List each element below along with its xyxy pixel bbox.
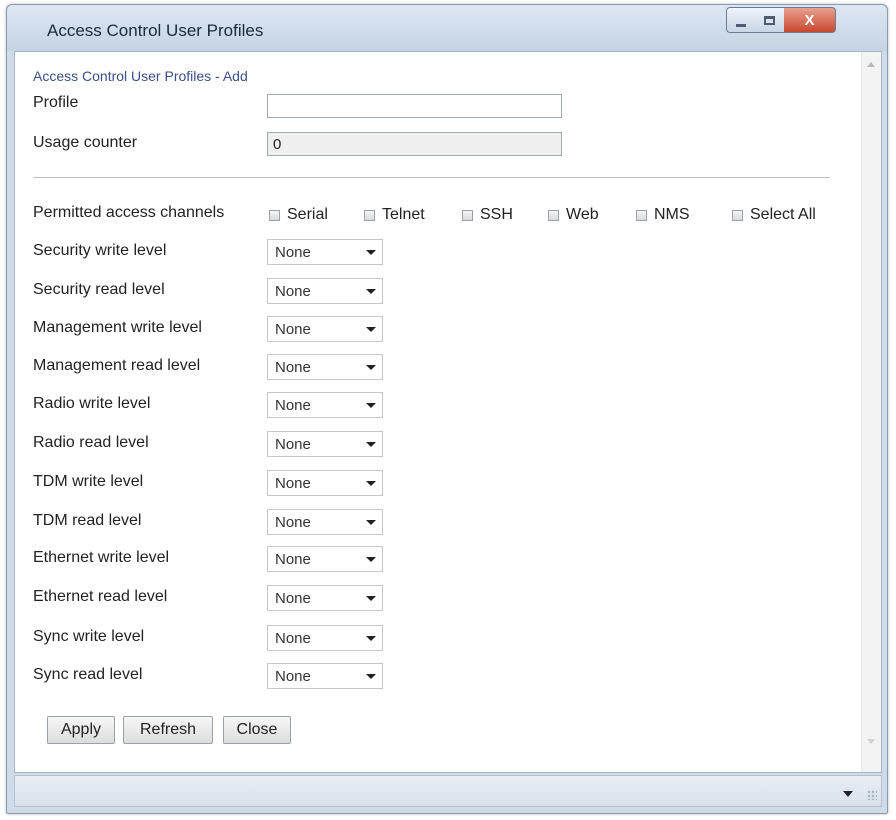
checkbox-icon[interactable] xyxy=(548,209,559,221)
dropdown-arrow-icon xyxy=(366,557,376,562)
level-label: Security write level xyxy=(33,242,167,259)
select-value: None xyxy=(275,321,311,338)
maximize-icon xyxy=(764,15,775,25)
level-label: Ethernet write level xyxy=(33,549,170,566)
radio-write-level-select[interactable]: None xyxy=(267,392,383,418)
tdm-read-level-select[interactable]: None xyxy=(267,509,383,535)
status-dropdown-icon[interactable] xyxy=(843,791,853,797)
scroll-up-icon[interactable] xyxy=(867,62,875,67)
usage-counter-label: Usage counter xyxy=(33,134,138,151)
checkbox-label: Select All xyxy=(750,206,816,223)
select-value: None xyxy=(275,244,311,261)
ethernet-read-level-select[interactable]: None xyxy=(267,585,383,611)
dropdown-arrow-icon xyxy=(366,442,376,447)
form-subtitle: Access Control User Profiles - Add xyxy=(33,68,248,84)
level-label: Management read level xyxy=(33,357,201,374)
dropdown-arrow-icon xyxy=(366,481,376,486)
dropdown-arrow-icon xyxy=(366,250,376,255)
select-value: None xyxy=(275,283,311,300)
select-value: None xyxy=(275,668,311,685)
tdm-write-level-select[interactable]: None xyxy=(267,470,383,496)
channel-checkbox-nms[interactable]: NMS xyxy=(636,206,690,224)
checkbox-label: NMS xyxy=(654,206,690,223)
checkbox-icon[interactable] xyxy=(462,209,473,221)
resize-grip-icon[interactable] xyxy=(867,790,877,800)
channel-checkbox-serial[interactable]: Serial xyxy=(269,206,328,224)
close-icon: X xyxy=(804,11,815,29)
checkbox-label: Telnet xyxy=(382,206,425,223)
radio-read-level-select[interactable]: None xyxy=(267,431,383,457)
checkbox-icon[interactable] xyxy=(732,209,743,221)
profile-label: Profile xyxy=(33,94,79,111)
checkbox-icon[interactable] xyxy=(269,209,280,221)
level-label: TDM write level xyxy=(33,473,144,490)
sync-read-level-select[interactable]: None xyxy=(267,663,383,689)
maximize-button[interactable] xyxy=(755,7,785,33)
vertical-scrollbar[interactable] xyxy=(861,52,881,772)
apply-button[interactable]: Apply xyxy=(47,716,115,744)
dropdown-arrow-icon xyxy=(366,327,376,332)
level-label: Management write level xyxy=(33,319,202,336)
dropdown-arrow-icon xyxy=(366,636,376,641)
checkbox-label: Web xyxy=(566,206,599,223)
select-value: None xyxy=(275,514,311,531)
minimize-icon xyxy=(736,23,746,27)
channel-checkbox-select-all[interactable]: Select All xyxy=(732,206,816,224)
dropdown-arrow-icon xyxy=(366,596,376,601)
dropdown-arrow-icon xyxy=(366,289,376,294)
channel-checkbox-ssh[interactable]: SSH xyxy=(462,206,513,224)
select-value: None xyxy=(275,475,311,492)
channel-checkbox-web[interactable]: Web xyxy=(548,206,599,224)
scroll-down-icon[interactable] xyxy=(867,739,875,744)
dropdown-arrow-icon xyxy=(366,520,376,525)
level-label: Ethernet read level xyxy=(33,588,168,605)
close-window-button[interactable]: X xyxy=(784,7,836,33)
checkbox-icon[interactable] xyxy=(636,209,647,221)
checkbox-label: SSH xyxy=(480,206,513,223)
channel-checkbox-telnet[interactable]: Telnet xyxy=(364,206,425,224)
close-button[interactable]: Close xyxy=(223,716,291,744)
security-read-level-select[interactable]: None xyxy=(267,278,383,304)
checkbox-label: Serial xyxy=(287,206,328,223)
level-label: Security read level xyxy=(33,281,165,298)
select-value: None xyxy=(275,397,311,414)
level-label: Radio write level xyxy=(33,395,151,412)
profile-input[interactable] xyxy=(267,94,562,118)
usage-counter-field xyxy=(267,132,562,156)
title-bar[interactable]: Access Control User Profiles X xyxy=(7,5,887,51)
dialog-window: Access Control User Profiles X Access Co… xyxy=(6,4,888,814)
status-bar xyxy=(14,775,882,807)
minimize-button[interactable] xyxy=(726,7,756,33)
checkbox-icon[interactable] xyxy=(364,209,375,221)
select-value: None xyxy=(275,436,311,453)
management-write-level-select[interactable]: None xyxy=(267,316,383,342)
select-value: None xyxy=(275,359,311,376)
dropdown-arrow-icon xyxy=(366,674,376,679)
select-value: None xyxy=(275,551,311,568)
level-label: Sync read level xyxy=(33,666,143,683)
ethernet-write-level-select[interactable]: None xyxy=(267,546,383,572)
window-title: Access Control User Profiles xyxy=(47,21,264,40)
security-write-level-select[interactable]: None xyxy=(267,239,383,265)
select-value: None xyxy=(275,590,311,607)
level-label: Sync write level xyxy=(33,628,145,645)
level-label: TDM read level xyxy=(33,512,142,529)
form-panel: Access Control User Profiles - Add Profi… xyxy=(14,51,882,773)
management-read-level-select[interactable]: None xyxy=(267,354,383,380)
dropdown-arrow-icon xyxy=(366,365,376,370)
divider xyxy=(33,177,830,178)
dropdown-arrow-icon xyxy=(366,403,376,408)
select-value: None xyxy=(275,630,311,647)
permitted-channels-label: Permitted access channels xyxy=(33,204,225,221)
sync-write-level-select[interactable]: None xyxy=(267,625,383,651)
refresh-button[interactable]: Refresh xyxy=(123,716,213,744)
level-label: Radio read level xyxy=(33,434,149,451)
